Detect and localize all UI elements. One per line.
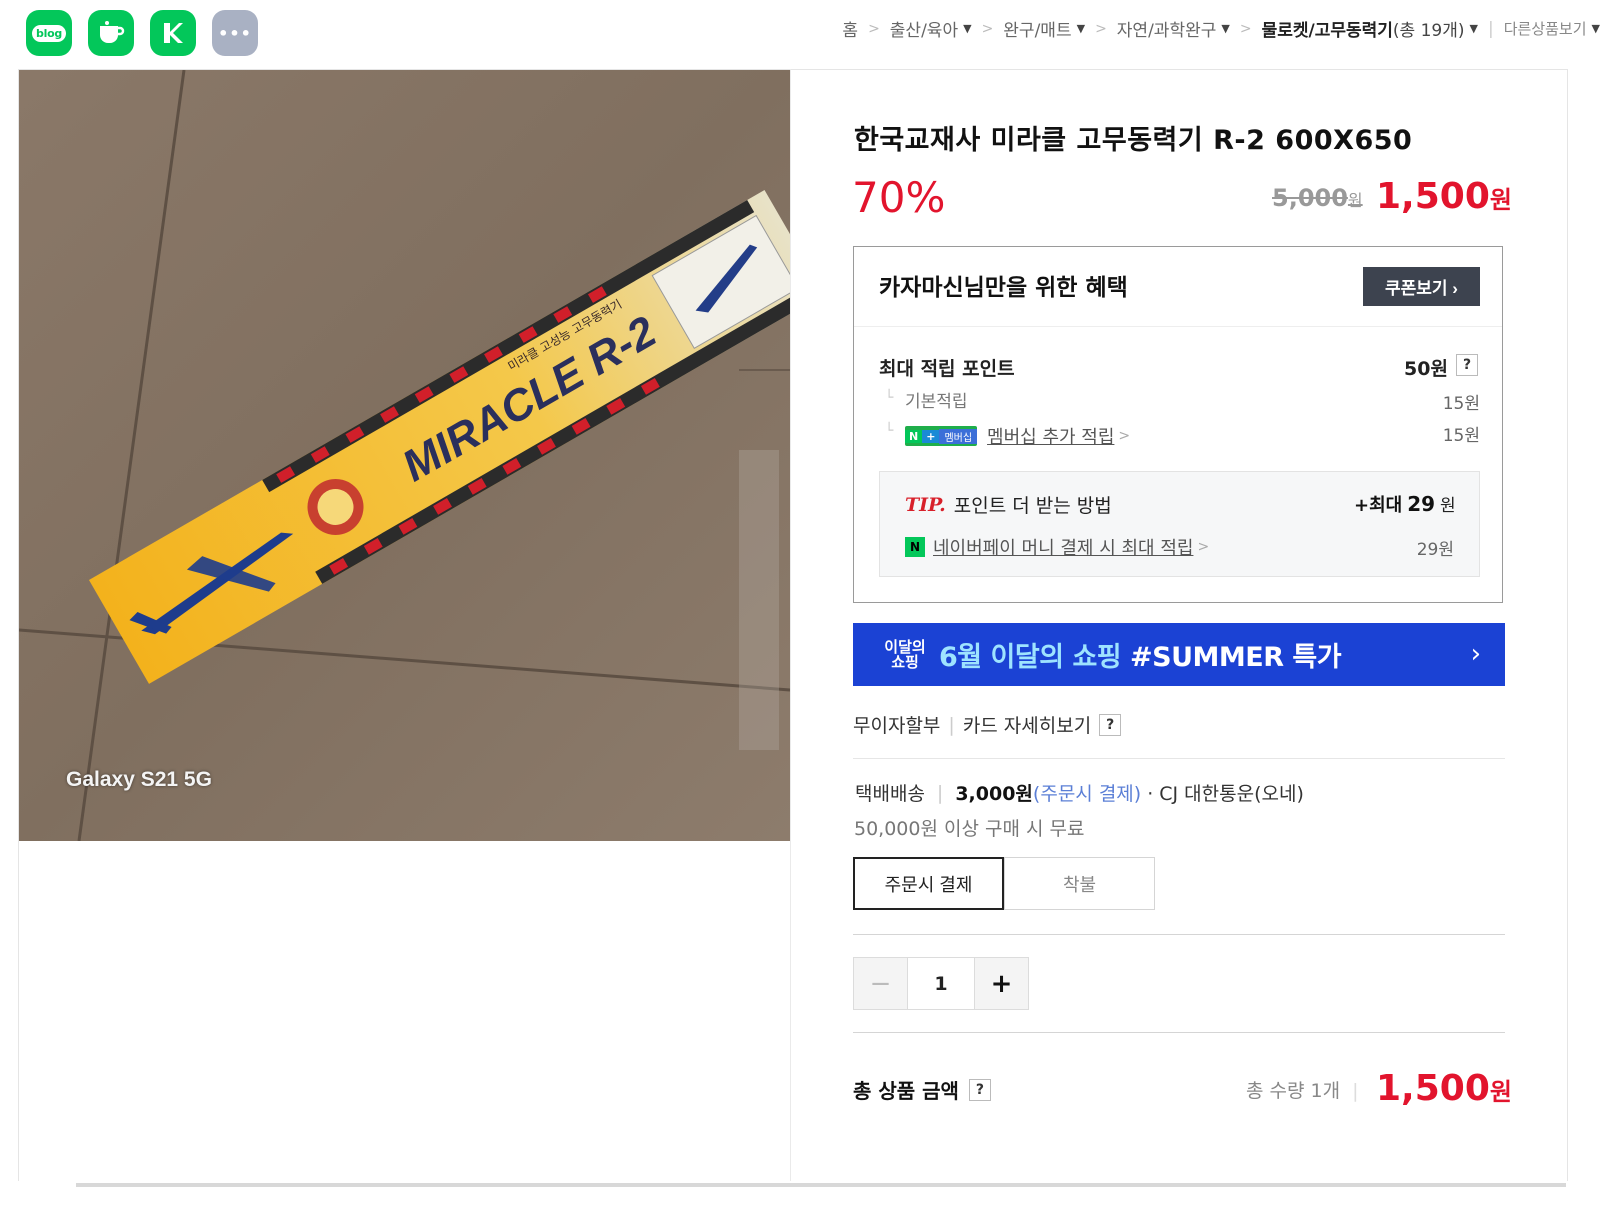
breadcrumb-item-science[interactable]: 자연/과학완구 ▼ [1117, 16, 1230, 41]
total-quantity: 총 수량 1개 | [1246, 1080, 1359, 1102]
divider: | [936, 781, 944, 804]
caret-down-icon: ▼ [963, 22, 972, 35]
card-details-link[interactable]: 카드 자세히보기 [963, 711, 1091, 738]
breadcrumb-item-toys[interactable]: 완구/매트 ▼ [1003, 16, 1085, 41]
chevron-right-icon: > [1197, 539, 1210, 555]
quantity-decrease-button[interactable]: − [854, 958, 907, 1009]
tip-box [879, 471, 1480, 577]
total-help-button[interactable]: ? [968, 1078, 991, 1101]
breadcrumb-current[interactable]: 물로켓/고무동력기 (총 19개) ▼ [1262, 16, 1478, 41]
cafe-icon[interactable] [88, 10, 134, 56]
shipping-fee: 3,000원 [955, 783, 1033, 805]
npay-points-value: 29원 [1416, 540, 1454, 560]
benefit-title: 카자마신님만을 위한 혜택 [879, 275, 1128, 301]
breadcrumb: 홈 > 출산/육아 ▼ > 완구/매트 ▼ > 자연/과학완구 ▼ > 물로켓/고무동… [842, 16, 1600, 42]
frame-divider [1567, 69, 1568, 1209]
membership-points-link[interactable]: 멤버십 추가 적립 [987, 423, 1114, 449]
npay-row: N 네이버페이 머니 결제 시 최대 적립 > [905, 534, 1209, 560]
banner-text: 6월 이달의 쇼핑 #SUMMER 특가 [939, 642, 1342, 673]
installment-row: 무이자할부 | 카드 자세히보기 ? [853, 711, 1122, 738]
shipping-row: 택배배송 | 3,000원 (주문시 결제) · CJ 대한통운(오네) [855, 779, 1304, 806]
coupon-view-button[interactable]: 쿠폰보기 › [1363, 267, 1480, 306]
product-title: 한국교재사 미라클 고무동력기 R-2 600X650 [854, 125, 1413, 156]
quantity-input[interactable]: 1 [907, 958, 975, 1009]
breadcrumb-separator: > [1239, 20, 1252, 37]
free-shipping-note: 50,000원 이상 구매 시 무료 [854, 818, 1085, 840]
installment-label: 무이자할부 [853, 715, 941, 737]
divider: | [1487, 18, 1494, 39]
discount-rate: 70% [852, 173, 946, 222]
band-glyph [164, 23, 183, 43]
breadcrumb-home[interactable]: 홈 [842, 16, 858, 41]
cafe-cup-glyph [100, 21, 125, 43]
frame-divider [790, 69, 791, 1209]
max-points-value: 50원 [1404, 358, 1448, 380]
basic-points-value: 15원 [1442, 394, 1480, 414]
caret-down-icon: ▼ [1591, 22, 1600, 35]
total-price: 1,500원 [1376, 1068, 1512, 1109]
breadcrumb-separator: > [868, 20, 880, 37]
total-price-label: 총 상품 금액 ? [853, 1075, 991, 1104]
tip-max: +최대 29 원 [1354, 492, 1456, 516]
caret-down-icon: ▼ [1469, 22, 1478, 35]
share-icons: blog ••• [26, 10, 258, 56]
benefit-divider [854, 326, 1502, 327]
sale-price: 1,500원 [1376, 176, 1512, 217]
shipping-carrier: · CJ 대한통운(오네) [1147, 783, 1304, 805]
caret-down-icon: ▼ [1076, 22, 1086, 35]
tree-connector: └ [885, 390, 894, 406]
naver-pay-icon: N [905, 537, 925, 557]
naver-plus-membership-badge: N + 멤버십 [905, 426, 978, 446]
membership-points-value: 15원 [1442, 426, 1480, 446]
breadcrumb-item-baby[interactable]: 출산/육아 ▼ [890, 16, 972, 41]
breadcrumb-separator: > [1095, 20, 1107, 37]
divider: | [948, 713, 955, 736]
basic-points-label: 기본적립 [905, 392, 968, 412]
tip-tag: TIP. [905, 493, 946, 516]
tip-text: 포인트 더 받는 방법 [953, 495, 1112, 517]
more-icon[interactable]: ••• [212, 10, 258, 56]
product-photo-illustration: MIRACLE R-2 미라클 고성능 고무동력기 [19, 70, 790, 841]
section-divider [853, 758, 1505, 759]
shipping-fee-note: (주문시 결제) [1032, 783, 1142, 805]
chevron-right-icon: > [1118, 428, 1131, 444]
membership-row: N + 멤버십 멤버십 추가 적립 > [905, 423, 1130, 449]
tree-connector: └ [885, 423, 894, 439]
points-help-button[interactable]: ? [1456, 354, 1478, 376]
shipping-type: 택배배송 [855, 783, 925, 805]
quantity-increase-button[interactable]: + [975, 958, 1028, 1009]
quantity-stepper: − 1 + [853, 957, 1029, 1010]
other-products-link[interactable]: 다른상품보기 ▼ [1504, 18, 1600, 39]
band-icon[interactable] [150, 10, 196, 56]
section-divider [853, 1032, 1505, 1033]
monthly-shopping-logo: 이달의 쇼핑 [884, 637, 926, 671]
max-points-label: 최대 적립 포인트 [879, 358, 1015, 380]
breadcrumb-separator: > [981, 20, 994, 37]
monthly-shopping-banner[interactable]: 이달의 쇼핑 6월 이달의 쇼핑 #SUMMER 특가 › [853, 623, 1505, 686]
blog-icon[interactable]: blog [26, 10, 72, 56]
pay-on-order-option[interactable]: 주문시 결제 [853, 857, 1004, 910]
cash-on-delivery-option[interactable]: 착불 [1004, 857, 1155, 910]
more-dots: ••• [218, 23, 252, 43]
installment-help-button[interactable]: ? [1099, 713, 1122, 736]
caret-down-icon: ▼ [1221, 22, 1230, 35]
bottom-scroll-strip [0, 1181, 1600, 1209]
product-photo[interactable]: MIRACLE R-2 미라클 고성능 고무동력기 [19, 70, 790, 841]
photo-caption: Galaxy S21 5G [66, 768, 212, 791]
npay-points-link[interactable]: 네이버페이 머니 결제 시 최대 적립 [933, 534, 1193, 560]
blog-label: blog [32, 24, 66, 42]
section-divider [853, 934, 1505, 935]
chevron-right-icon: › [1470, 639, 1481, 669]
tip-row: TIP. 포인트 더 받는 방법 [905, 491, 1112, 518]
original-price: 5,000원 [1272, 184, 1363, 212]
